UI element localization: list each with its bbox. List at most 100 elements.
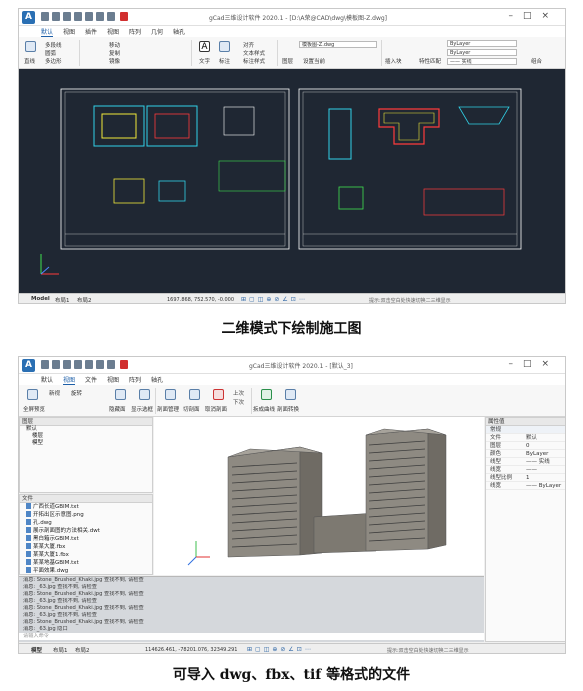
- polyline-button[interactable]: 多段线: [45, 41, 62, 49]
- arc-button[interactable]: 圆弧: [45, 49, 56, 57]
- layer-select[interactable]: 模板图-Z.dwg: [299, 41, 377, 48]
- drafting-toggles[interactable]: ⊞▢◫⊕⊘∠⊡⋯: [241, 296, 308, 303]
- lineweight-select[interactable]: ByLayer: [447, 49, 517, 56]
- rotate-button[interactable]: 旋转: [71, 389, 82, 397]
- line-label[interactable]: 直线: [24, 57, 35, 65]
- property-row[interactable]: 线型比例 1: [486, 474, 565, 482]
- property-row[interactable]: 文件 默认: [486, 434, 565, 442]
- section-convert-button[interactable]: 剖面转换: [277, 405, 299, 413]
- text-style-button[interactable]: 文本样式: [243, 49, 265, 57]
- undo-icon[interactable]: [96, 12, 104, 21]
- tab-axis[interactable]: 轴孔: [151, 375, 163, 384]
- dimension-icon[interactable]: [219, 41, 230, 52]
- tab-file[interactable]: 文件: [85, 375, 97, 384]
- cut-section-icon[interactable]: [189, 389, 200, 400]
- prev-button[interactable]: 上次: [233, 389, 244, 397]
- close-doc-icon[interactable]: [120, 12, 128, 21]
- linetype-select[interactable]: —— 实线: [447, 58, 517, 65]
- property-row[interactable]: 线宽 ——: [486, 466, 565, 474]
- command-input[interactable]: 请输入命令: [19, 633, 484, 640]
- fullscreen-preview-button[interactable]: 全屏预览: [23, 405, 45, 413]
- new-view-button[interactable]: 新视: [49, 389, 60, 397]
- close-doc-icon[interactable]: [120, 360, 128, 369]
- tab-plugin[interactable]: 插件: [85, 27, 97, 36]
- tab-axis[interactable]: 轴孔: [173, 27, 185, 36]
- property-row[interactable]: 线型 —— 实线: [486, 458, 565, 466]
- next-button[interactable]: 下次: [233, 398, 244, 406]
- property-row[interactable]: 图层 0: [486, 442, 565, 450]
- file-item[interactable]: 孔.dwg: [20, 519, 152, 527]
- insert-block-button[interactable]: 插入块: [385, 57, 402, 65]
- property-row[interactable]: 颜色 ByLayer: [486, 450, 565, 458]
- split-curve-icon[interactable]: [261, 389, 272, 400]
- print-icon[interactable]: [85, 360, 93, 369]
- file-item[interactable]: 展示剖面图的方法相关.dwt: [20, 527, 152, 535]
- undo-icon[interactable]: [96, 360, 104, 369]
- move-button[interactable]: 移动: [109, 41, 120, 49]
- mirror-button[interactable]: 镜像: [109, 57, 120, 65]
- hide-faces-button[interactable]: 隐藏面: [109, 405, 126, 413]
- layer-label[interactable]: 图层: [282, 57, 293, 65]
- tab-view-2[interactable]: 视图: [107, 375, 119, 384]
- polygon-button[interactable]: 多边形: [45, 57, 62, 65]
- layer-item[interactable]: 楼层: [20, 433, 152, 440]
- file-item[interactable]: 开拓出区示意图.png: [20, 511, 152, 519]
- tab-layout2[interactable]: 布局2: [75, 646, 90, 653]
- split-curve-button[interactable]: 拆成曲线: [253, 405, 275, 413]
- cancel-section-icon[interactable]: [213, 389, 224, 400]
- layer-item[interactable]: 默认: [20, 426, 152, 433]
- file-item[interactable]: 广西长道GBIM.txt: [20, 503, 152, 511]
- app-logo[interactable]: A: [22, 11, 35, 24]
- drafting-toggles[interactable]: ⊞▢◫⊕⊘∠⊡⋯: [247, 646, 314, 653]
- command-window[interactable]: 消息: Stone_Brushed_Khaki.jpg 查找不到, 请检查 消息…: [19, 576, 484, 642]
- redo-icon[interactable]: [107, 360, 115, 369]
- cancel-section-button[interactable]: 取消剖面: [205, 405, 227, 413]
- layer-item[interactable]: 模型: [20, 440, 152, 447]
- tab-default[interactable]: 默认: [41, 375, 53, 384]
- set-current-button[interactable]: 设置当前: [303, 57, 325, 65]
- window-controls[interactable]: –□×: [508, 11, 559, 21]
- tab-geometry[interactable]: 几何: [151, 27, 163, 36]
- align-button[interactable]: 对齐: [243, 41, 254, 49]
- copy-button[interactable]: 复制: [109, 49, 120, 57]
- redo-icon[interactable]: [107, 12, 115, 21]
- save-icon[interactable]: [63, 12, 71, 21]
- line-icon[interactable]: [25, 41, 36, 52]
- app-logo[interactable]: A: [22, 359, 35, 372]
- new-file-icon[interactable]: [41, 12, 49, 21]
- tab-array[interactable]: 阵列: [129, 27, 141, 36]
- section-convert-icon[interactable]: [285, 389, 296, 400]
- tab-layout1[interactable]: 布局1: [53, 646, 68, 653]
- file-item[interactable]: 某某地基GBIM.txt: [20, 559, 152, 567]
- dim-style-button[interactable]: 标注样式: [243, 57, 265, 65]
- section-manage-icon[interactable]: [165, 389, 176, 400]
- print-icon[interactable]: [85, 12, 93, 21]
- save-as-icon[interactable]: [74, 12, 82, 21]
- open-file-icon[interactable]: [52, 360, 60, 369]
- tab-array[interactable]: 阵列: [129, 375, 141, 384]
- file-item[interactable]: 平面效果.dwg: [20, 567, 152, 575]
- open-file-icon[interactable]: [52, 12, 60, 21]
- color-select[interactable]: ByLayer: [447, 40, 517, 47]
- group-button[interactable]: 组合: [531, 57, 542, 65]
- show-bbox-button[interactable]: 显示选框: [131, 405, 153, 413]
- hide-faces-icon[interactable]: [115, 389, 126, 400]
- new-file-icon[interactable]: [41, 360, 49, 369]
- 3d-viewport[interactable]: [154, 417, 484, 575]
- tab-view-2[interactable]: 视图: [107, 27, 119, 36]
- tab-model[interactable]: Model: [31, 296, 50, 302]
- tab-layout1[interactable]: 布局1: [55, 296, 70, 303]
- property-row[interactable]: 线宽 —— ByLayer: [486, 482, 565, 490]
- tab-layout2[interactable]: 布局2: [77, 296, 92, 303]
- file-item[interactable]: 某某大厦1.fbx: [20, 551, 152, 559]
- tab-default[interactable]: 默认: [41, 27, 54, 37]
- save-as-icon[interactable]: [74, 360, 82, 369]
- window-controls[interactable]: –□×: [508, 359, 559, 369]
- tab-view[interactable]: 视图: [63, 375, 76, 385]
- property-match-button[interactable]: 特性匹配: [419, 57, 441, 65]
- file-item[interactable]: 某某大厦.fbx: [20, 543, 152, 551]
- fullscreen-icon[interactable]: [27, 389, 38, 400]
- cad-drawing-canvas[interactable]: [19, 69, 565, 293]
- cut-section-button[interactable]: 切剖面: [183, 405, 200, 413]
- tab-view[interactable]: 视图: [63, 27, 75, 36]
